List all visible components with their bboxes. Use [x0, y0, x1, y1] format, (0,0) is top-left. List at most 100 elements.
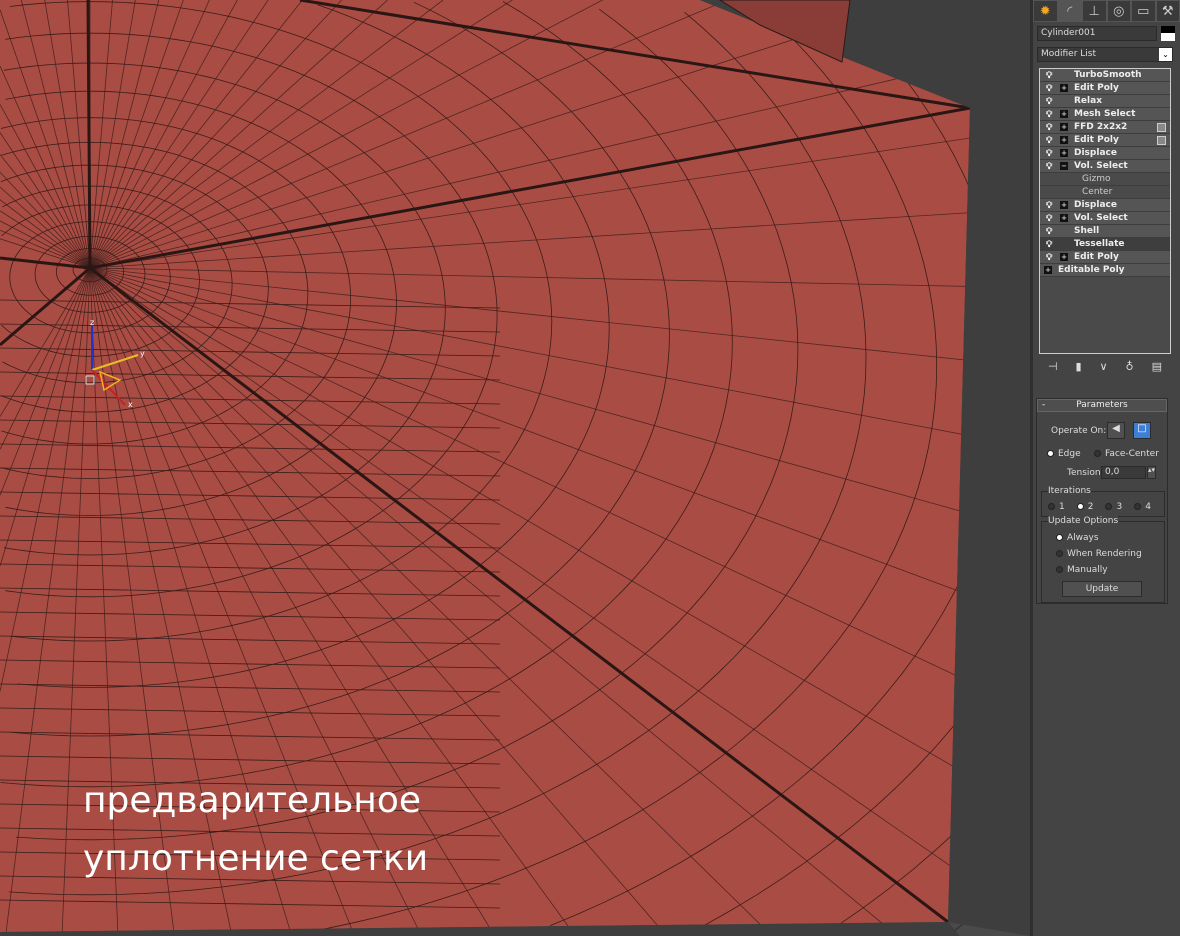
- modifier-label: Displace: [1074, 148, 1117, 158]
- modifier-label: Vol. Select: [1074, 213, 1128, 223]
- iteration-radio[interactable]: 4: [1134, 502, 1151, 512]
- lightbulb-icon[interactable]: 💡︎: [1046, 96, 1052, 108]
- lightbulb-icon[interactable]: 💡︎: [1046, 161, 1052, 173]
- motion-icon[interactable]: ◎: [1106, 0, 1131, 22]
- modifier-list-dropdown[interactable]: Modifier List ⌄: [1037, 47, 1173, 62]
- modifier-label: Edit Poly: [1074, 135, 1119, 145]
- expand-icon[interactable]: +: [1060, 201, 1068, 209]
- object-name-field[interactable]: Cylinder001: [1037, 26, 1157, 41]
- tension-spinner[interactable]: ▴▾: [1147, 466, 1156, 479]
- lightbulb-icon[interactable]: 💡︎: [1046, 252, 1052, 264]
- face-center-label: Face-Center: [1105, 449, 1159, 459]
- iterations-label: Iterations: [1048, 486, 1091, 496]
- expand-icon[interactable]: +: [1060, 149, 1068, 157]
- create-icon[interactable]: ✹: [1033, 0, 1058, 22]
- expand-icon[interactable]: +: [1044, 266, 1052, 274]
- lightbulb-icon[interactable]: 💡︎: [1046, 148, 1052, 160]
- operate-on-label: Operate On:: [1051, 426, 1107, 436]
- lightbulb-icon[interactable]: 💡︎: [1046, 70, 1052, 82]
- radio-dot: [1047, 450, 1054, 457]
- pin-stack-icon[interactable]: ⊣: [1048, 360, 1058, 373]
- remove-modifier-icon[interactable]: ♁: [1126, 360, 1134, 373]
- modifier-list-label: Modifier List: [1041, 49, 1096, 59]
- modifier-stack-item[interactable]: 💡︎ + Displace: [1040, 147, 1170, 160]
- lightbulb-icon[interactable]: 💡︎: [1046, 213, 1052, 225]
- configure-sets-icon[interactable]: ▤: [1152, 360, 1162, 373]
- modifier-stack-item[interactable]: 💡︎ + Edit Poly: [1040, 82, 1170, 95]
- radio-dot: [1105, 503, 1113, 510]
- manually-radio[interactable]: Manually: [1056, 565, 1108, 575]
- radio-dot: [1056, 550, 1063, 557]
- radio-dot: [1076, 503, 1084, 510]
- modifier-stack-item[interactable]: + Editable Poly: [1040, 264, 1170, 277]
- collapse-icon[interactable]: −: [1060, 162, 1068, 170]
- edge-label: Edge: [1058, 449, 1081, 459]
- modifier-stack-item[interactable]: 💡︎ + Edit Poly: [1040, 134, 1170, 147]
- operate-on-faces-button[interactable]: □: [1133, 422, 1151, 439]
- lightbulb-icon[interactable]: 💡︎: [1046, 200, 1052, 212]
- radio-dot: [1056, 534, 1063, 541]
- iteration-label: 1: [1059, 502, 1065, 512]
- expand-icon[interactable]: +: [1060, 136, 1068, 144]
- parameters-rollout-header[interactable]: - Parameters: [1037, 399, 1167, 412]
- modifier-label: FFD 2x2x2: [1074, 122, 1128, 132]
- modifier-stack-item[interactable]: Gizmo: [1040, 173, 1170, 186]
- lightbulb-icon[interactable]: 💡︎: [1046, 226, 1052, 238]
- modifier-toggle-icon[interactable]: [1157, 136, 1166, 145]
- chevron-down-icon: ⌄: [1159, 48, 1172, 61]
- modifier-stack-item[interactable]: 💡︎ Relax: [1040, 95, 1170, 108]
- modifier-stack-item[interactable]: 💡︎ + Displace: [1040, 199, 1170, 212]
- modifier-toggle-icon[interactable]: [1157, 123, 1166, 132]
- lightbulb-icon[interactable]: 💡︎: [1046, 135, 1052, 147]
- make-unique-icon[interactable]: ∨: [1100, 360, 1108, 373]
- modifier-stack-item[interactable]: 💡︎ Tessellate: [1040, 238, 1170, 251]
- expand-icon[interactable]: +: [1060, 123, 1068, 131]
- hierarchy-icon[interactable]: ⊥: [1082, 0, 1107, 22]
- modifier-label: Vol. Select: [1074, 161, 1128, 171]
- when-rendering-radio[interactable]: When Rendering: [1056, 549, 1142, 559]
- iteration-radio[interactable]: 3: [1105, 502, 1122, 512]
- iteration-label: 4: [1145, 502, 1151, 512]
- modifier-label: Displace: [1074, 200, 1117, 210]
- always-radio[interactable]: Always: [1056, 533, 1099, 543]
- radio-dot: [1134, 503, 1142, 510]
- modifier-label: Editable Poly: [1058, 265, 1125, 275]
- lightbulb-icon[interactable]: 💡︎: [1046, 122, 1052, 134]
- display-icon[interactable]: ▭: [1131, 0, 1156, 22]
- modifier-stack-item[interactable]: 💡︎ + Vol. Select: [1040, 212, 1170, 225]
- operate-on-polygons-button[interactable]: ◀: [1107, 422, 1125, 439]
- modifier-stack-item[interactable]: 💡︎ Shell: [1040, 225, 1170, 238]
- lightbulb-icon[interactable]: 💡︎: [1046, 109, 1052, 121]
- expand-icon[interactable]: +: [1060, 253, 1068, 261]
- utilities-icon[interactable]: ⚒: [1155, 0, 1180, 22]
- object-color-swatch[interactable]: [1161, 26, 1175, 41]
- modifier-stack-item[interactable]: 💡︎ + Mesh Select: [1040, 108, 1170, 121]
- modifier-label: Edit Poly: [1074, 83, 1119, 93]
- gizmo-axis-label: x: [128, 400, 133, 409]
- expand-icon[interactable]: +: [1060, 214, 1068, 222]
- show-end-result-icon[interactable]: ▮: [1076, 360, 1082, 373]
- viewport-perspective[interactable]: x y z предварительное уплотнение сетки: [0, 0, 1030, 936]
- face-center-radio[interactable]: Face-Center: [1094, 449, 1159, 459]
- modify-icon[interactable]: ◜: [1057, 0, 1082, 22]
- iteration-radio[interactable]: 2: [1076, 502, 1094, 512]
- modifier-stack-item[interactable]: Center: [1040, 186, 1170, 199]
- modifier-label: Tessellate: [1074, 239, 1125, 249]
- iteration-radio[interactable]: 1: [1048, 502, 1065, 512]
- collapse-toggle[interactable]: -: [1042, 400, 1045, 411]
- caption-line-1: предварительное: [83, 780, 422, 821]
- modifier-stack-item[interactable]: 💡︎ + FFD 2x2x2: [1040, 121, 1170, 134]
- lightbulb-icon[interactable]: 💡︎: [1046, 239, 1052, 251]
- iterations-group: Iterations 1 2 3 4: [1041, 486, 1165, 517]
- iteration-label: 2: [1087, 502, 1094, 512]
- expand-icon[interactable]: +: [1060, 84, 1068, 92]
- modifier-stack-item[interactable]: 💡︎ − Vol. Select: [1040, 160, 1170, 173]
- expand-icon[interactable]: +: [1060, 110, 1068, 118]
- update-button[interactable]: Update: [1062, 581, 1142, 597]
- modifier-stack-item[interactable]: 💡︎ + Edit Poly: [1040, 251, 1170, 264]
- update-options-group: Update Options Always When Rendering Man…: [1041, 516, 1165, 603]
- lightbulb-icon[interactable]: 💡︎: [1046, 83, 1052, 95]
- edge-radio[interactable]: Edge: [1047, 449, 1081, 459]
- modifier-stack-item[interactable]: 💡︎ TurboSmooth: [1040, 69, 1170, 82]
- tension-input[interactable]: 0,0: [1101, 466, 1146, 479]
